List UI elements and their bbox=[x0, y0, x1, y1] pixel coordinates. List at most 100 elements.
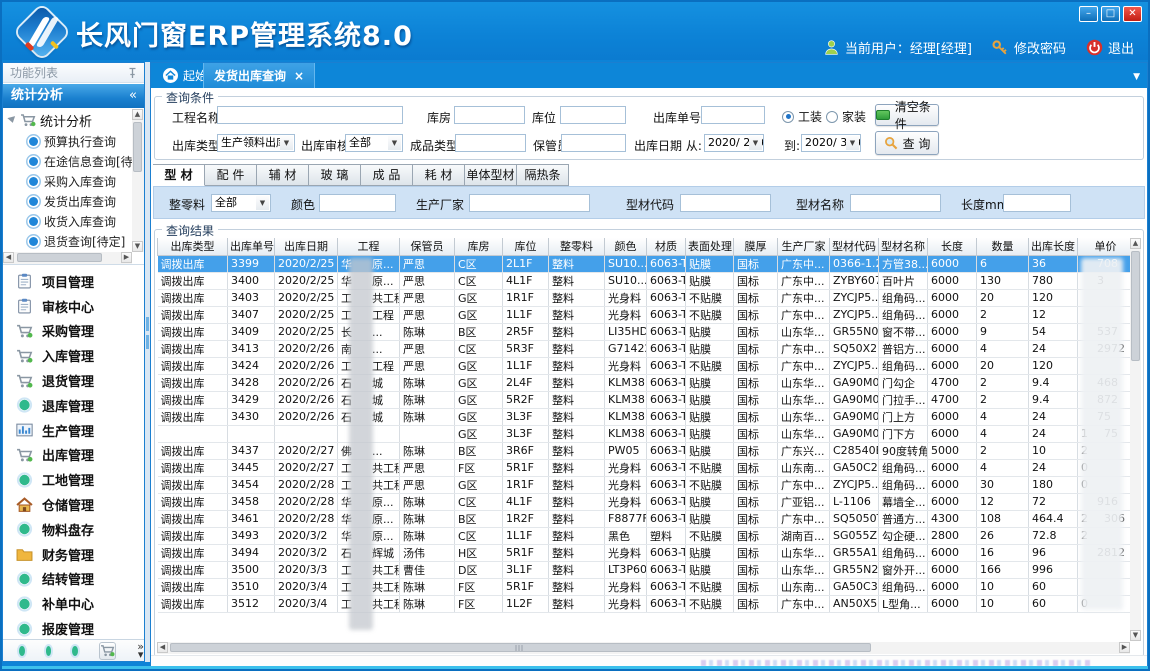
cell-location[interactable]: 5R1F bbox=[503, 578, 549, 595]
warehouse-input[interactable] bbox=[454, 106, 525, 124]
dot-icon[interactable] bbox=[72, 646, 78, 656]
cell-unit-price[interactable] bbox=[1078, 561, 1134, 578]
cell-outbound-type[interactable]: 调拨出库 bbox=[158, 289, 228, 306]
sidebar-menu-item[interactable]: 补单中心 bbox=[3, 591, 144, 616]
sidebar-menu-item[interactable]: 报废管理 bbox=[3, 616, 144, 641]
cell-manufacturer[interactable]: 山东南... bbox=[778, 459, 830, 476]
cell-color[interactable]: 光身料 bbox=[605, 476, 647, 493]
color-input[interactable] bbox=[319, 194, 396, 212]
cell-date[interactable]: 2020/2/27 bbox=[275, 442, 338, 459]
cell-date[interactable]: 2020/3/2 bbox=[275, 527, 338, 544]
cell-order-no[interactable]: 3512 bbox=[228, 595, 275, 612]
cell-location[interactable]: 4L1F bbox=[503, 272, 549, 289]
cell-film[interactable]: 国标 bbox=[734, 459, 778, 476]
cell-outbound-type[interactable]: 调拨出库 bbox=[158, 272, 228, 289]
cell-date[interactable]: 2020/2/25 bbox=[275, 255, 338, 272]
cell-outbound-type[interactable]: 调拨出库 bbox=[158, 306, 228, 323]
cell-material[interactable]: 6063-T5 bbox=[647, 255, 686, 272]
table-row[interactable]: 调拨出库 3454 2020/2/28 工共工程 严思 G区 1R1F 整料 光… bbox=[158, 476, 1142, 493]
cell-surface[interactable]: 贴膜 bbox=[686, 425, 734, 442]
cell-qty[interactable]: 4 bbox=[977, 340, 1029, 357]
cell-manufacturer[interactable]: 广亚铝... bbox=[778, 493, 830, 510]
tab-shipment-outbound-query[interactable]: 发货出库查询 × bbox=[203, 63, 315, 88]
cell-length[interactable]: 6000 bbox=[928, 357, 977, 374]
more-chevron-icon[interactable]: »▾ bbox=[137, 643, 144, 659]
cell-profile-code[interactable]: ZYBY607 bbox=[830, 272, 879, 289]
cell-order-no[interactable]: 3424 bbox=[228, 357, 275, 374]
cell-color[interactable]: KLM3817 bbox=[605, 374, 647, 391]
cell-material[interactable]: 6063-T5 bbox=[647, 340, 686, 357]
cell-warehouse[interactable]: B区 bbox=[455, 442, 503, 459]
cell-out-length[interactable]: 464.4 bbox=[1029, 510, 1078, 527]
cell-material[interactable]: 6063-T5 bbox=[647, 374, 686, 391]
cell-warehouse[interactable]: C区 bbox=[455, 493, 503, 510]
cell-project[interactable]: 工共工程 bbox=[338, 459, 400, 476]
table-row[interactable]: 调拨出库 3494 2020/3/2 石辉城 汤伟 H区 5R1F 整料 光身料… bbox=[158, 544, 1142, 561]
tree-item[interactable]: 退货查询[待定] bbox=[3, 231, 132, 251]
cell-project[interactable]: 华原... bbox=[338, 272, 400, 289]
cell-qty[interactable]: 2 bbox=[977, 391, 1029, 408]
cell-surface[interactable]: 贴膜 bbox=[686, 510, 734, 527]
cell-surface[interactable]: 不贴膜 bbox=[686, 357, 734, 374]
cell-material[interactable]: 6063-T5 bbox=[647, 510, 686, 527]
cell-project[interactable]: 华原... bbox=[338, 493, 400, 510]
cell-whole-part[interactable]: 整料 bbox=[549, 544, 605, 561]
cell-manufacturer[interactable]: 广东中... bbox=[778, 272, 830, 289]
search-button[interactable]: 查 询 bbox=[875, 131, 939, 155]
cell-qty[interactable]: 2 bbox=[977, 442, 1029, 459]
cell-film[interactable]: 国标 bbox=[734, 527, 778, 544]
cell-material[interactable]: 6063-T5 bbox=[647, 561, 686, 578]
cell-outbound-type[interactable]: 调拨出库 bbox=[158, 408, 228, 425]
cell-length[interactable]: 6000 bbox=[928, 425, 977, 442]
sidebar-menu-item[interactable]: 结转管理 bbox=[3, 567, 144, 592]
cell-keeper[interactable]: 严思 bbox=[400, 476, 455, 493]
cell-warehouse[interactable]: F区 bbox=[455, 595, 503, 612]
cell-out-length[interactable]: 54 bbox=[1029, 323, 1078, 340]
cell-whole-part[interactable]: 整料 bbox=[549, 578, 605, 595]
cell-location[interactable]: 3L3F bbox=[503, 408, 549, 425]
location-input[interactable] bbox=[560, 106, 626, 124]
cell-warehouse[interactable]: H区 bbox=[455, 544, 503, 561]
cell-project[interactable]: 工共工程 bbox=[338, 578, 400, 595]
table-row[interactable]: 调拨出库 3500 2020/3/3 工共工程 曹佳 D区 3L1F 整料 LT… bbox=[158, 561, 1142, 578]
cell-whole-part[interactable]: 整料 bbox=[549, 527, 605, 544]
cell-color[interactable]: 光身料 bbox=[605, 357, 647, 374]
cell-keeper[interactable]: 严思 bbox=[400, 289, 455, 306]
cell-profile-code[interactable]: GA90M06. bbox=[830, 374, 879, 391]
cell-qty[interactable]: 26 bbox=[977, 527, 1029, 544]
cell-length[interactable]: 6000 bbox=[928, 255, 977, 272]
sidebar-menu-item[interactable]: 仓储管理 bbox=[3, 492, 144, 517]
cell-unit-price[interactable] bbox=[1078, 578, 1134, 595]
cell-profile-code[interactable]: SQ5050T20 bbox=[830, 510, 879, 527]
cell-film[interactable]: 国标 bbox=[734, 442, 778, 459]
cell-length[interactable]: 6000 bbox=[928, 306, 977, 323]
cell-unit-price[interactable] bbox=[1078, 357, 1134, 374]
cell-qty[interactable]: 130 bbox=[977, 272, 1029, 289]
cell-keeper[interactable]: 严思 bbox=[400, 459, 455, 476]
cell-whole-part[interactable]: 整料 bbox=[549, 476, 605, 493]
column-header[interactable]: 出库长度 bbox=[1029, 238, 1078, 255]
cell-out-length[interactable]: 120 bbox=[1029, 289, 1078, 306]
material-tab[interactable]: 隔热条 bbox=[517, 164, 569, 186]
cell-profile-code[interactable]: GA50C27 bbox=[830, 459, 879, 476]
cell-out-length[interactable]: 9.4 bbox=[1029, 391, 1078, 408]
cell-profile-name[interactable]: 普铝方... bbox=[879, 340, 928, 357]
cell-order-no[interactable]: 3413 bbox=[228, 340, 275, 357]
cell-unit-price[interactable]: 872 bbox=[1078, 391, 1134, 408]
cell-warehouse[interactable]: F区 bbox=[455, 578, 503, 595]
cell-length[interactable]: 6000 bbox=[928, 476, 977, 493]
cell-keeper[interactable]: 严思 bbox=[400, 340, 455, 357]
cell-profile-name[interactable]: 幕墙全... bbox=[879, 493, 928, 510]
cell-color[interactable]: 黑色 bbox=[605, 527, 647, 544]
cell-qty[interactable]: 20 bbox=[977, 289, 1029, 306]
cell-warehouse[interactable]: C区 bbox=[455, 340, 503, 357]
cell-material[interactable]: 6063-T5 bbox=[647, 595, 686, 612]
cell-profile-name[interactable]: 方管38... bbox=[879, 255, 928, 272]
cell-out-length[interactable]: 36 bbox=[1029, 255, 1078, 272]
cell-manufacturer[interactable]: 广东中... bbox=[778, 595, 830, 612]
cell-qty[interactable]: 108 bbox=[977, 510, 1029, 527]
cell-manufacturer[interactable]: 湖南百... bbox=[778, 527, 830, 544]
cell-manufacturer[interactable]: 广东中... bbox=[778, 510, 830, 527]
cell-profile-name[interactable]: 窗外开... bbox=[879, 561, 928, 578]
cell-outbound-type[interactable]: 调拨出库 bbox=[158, 255, 228, 272]
